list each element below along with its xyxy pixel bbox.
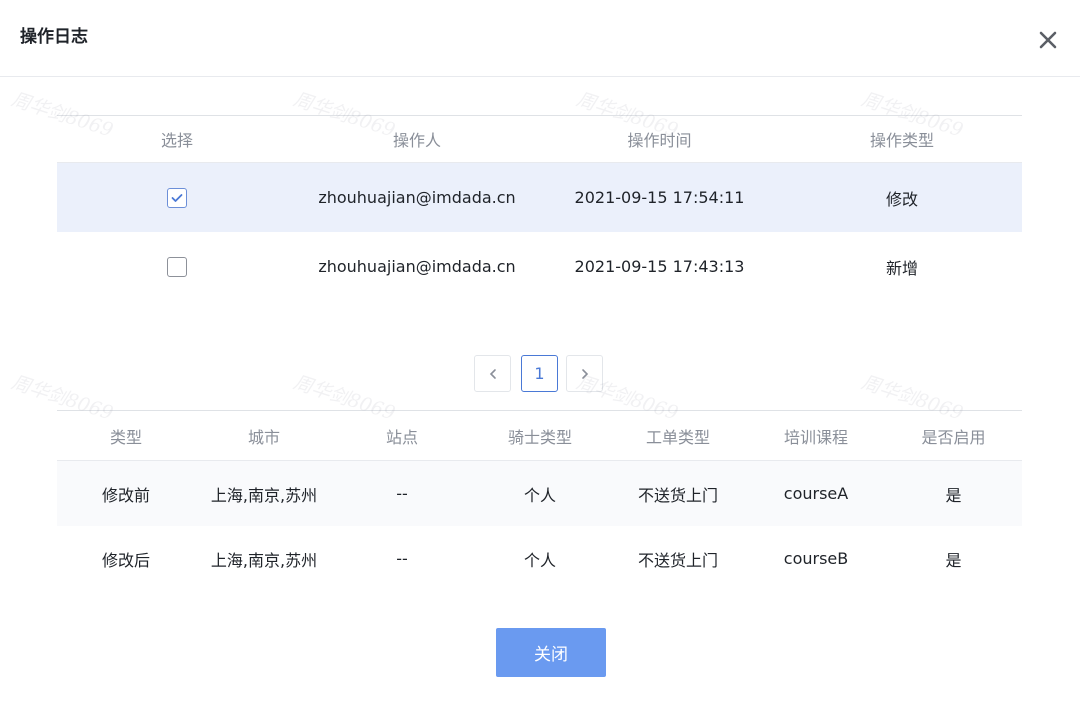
close-button[interactable]: 关闭 [496, 628, 606, 677]
pagination: 1 [474, 355, 606, 393]
page-1-button[interactable]: 1 [521, 355, 558, 392]
table-cell: -- [396, 549, 408, 568]
log-table: 选择 操作人 操作时间 操作类型 zhouhuajian@imdada.cn 2… [57, 115, 1022, 301]
operator-cell: zhouhuajian@imdada.cn [318, 257, 516, 276]
dialog-header: 操作日志 [0, 0, 1080, 77]
table-row[interactable]: zhouhuajian@imdada.cn 2021-09-15 17:43:1… [57, 232, 1022, 301]
log-table-header: 选择 操作人 操作时间 操作类型 [57, 115, 1022, 163]
column-header: 操作类型 [869, 131, 934, 150]
type-cell: 修改 [885, 189, 918, 209]
table-cell: 不送货上门 [637, 485, 718, 505]
detail-table-header: 类型 城市 站点 骑士类型 工单类型 培训课程 是否启用 [57, 410, 1022, 461]
table-cell: courseA [783, 484, 849, 503]
table-row[interactable]: zhouhuajian@imdada.cn 2021-09-15 17:54:1… [57, 163, 1022, 232]
row-checkbox[interactable] [167, 256, 187, 277]
table-cell: 不送货上门 [637, 550, 718, 570]
table-cell: 个人 [523, 550, 556, 570]
chevron-right-icon [581, 368, 588, 379]
select-cell [97, 232, 257, 301]
operator-cell: zhouhuajian@imdada.cn [318, 188, 516, 207]
table-cell: 是 [945, 485, 962, 505]
column-header: 是否启用 [921, 427, 986, 447]
close-icon[interactable] [1036, 28, 1060, 52]
column-header: 选择 [160, 131, 193, 150]
time-cell: 2021-09-15 17:43:13 [574, 257, 745, 276]
column-header: 城市 [247, 427, 280, 447]
next-page-button[interactable] [566, 355, 603, 392]
column-header: 骑士类型 [507, 427, 572, 447]
time-cell: 2021-09-15 17:54:11 [574, 188, 745, 207]
check-icon [171, 193, 183, 202]
column-header: 站点 [385, 427, 418, 447]
table-cell: 修改后 [101, 550, 150, 570]
detail-table: 类型 城市 站点 骑士类型 工单类型 培训课程 是否启用 修改前 上海,南京,苏… [57, 410, 1022, 591]
table-row: 修改后 上海,南京,苏州 -- 个人 不送货上门 courseB 是 [57, 526, 1022, 591]
prev-page-button[interactable] [474, 355, 511, 392]
column-header: 培训课程 [783, 427, 848, 447]
type-cell: 新增 [885, 258, 918, 278]
row-checkbox[interactable] [167, 187, 187, 208]
column-header: 操作时间 [627, 131, 692, 150]
column-header: 工单类型 [645, 427, 710, 447]
table-cell: 上海,南京,苏州 [210, 485, 318, 505]
table-cell: -- [396, 484, 408, 503]
column-header: 类型 [109, 427, 142, 447]
dialog-title: 操作日志 [20, 27, 88, 47]
table-row: 修改前 上海,南京,苏州 -- 个人 不送货上门 courseA 是 [57, 461, 1022, 526]
table-cell: 是 [945, 550, 962, 570]
column-header: 操作人 [392, 131, 441, 150]
table-cell: 个人 [523, 485, 556, 505]
chevron-left-icon [489, 368, 496, 379]
table-cell: 修改前 [101, 485, 150, 505]
select-cell [97, 163, 257, 232]
table-cell: 上海,南京,苏州 [210, 550, 318, 570]
table-cell: courseB [783, 549, 849, 568]
